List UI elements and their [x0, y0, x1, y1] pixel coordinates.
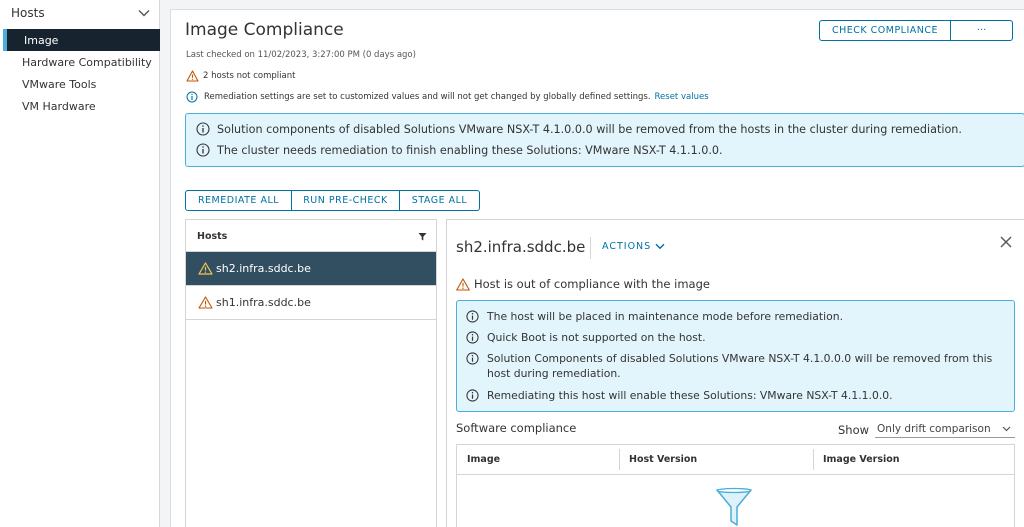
noncompliant-status: 2 hosts not compliant — [186, 70, 295, 82]
info-icon — [196, 143, 210, 157]
show-filter: Show Only drift comparison — [838, 421, 1016, 438]
warning-icon — [186, 70, 199, 82]
chevron-down-icon — [1002, 426, 1011, 432]
show-select-value: Only drift comparison — [877, 423, 991, 435]
hosts-header-label: Hosts — [197, 231, 228, 242]
info-message-text: Remediating this host will enable these … — [487, 389, 893, 402]
more-options-button[interactable]: ··· — [950, 20, 1013, 41]
stage-all-button[interactable]: STAGE ALL — [400, 190, 480, 211]
chevron-down-icon — [655, 243, 665, 250]
host-detail-title: sh2.infra.sddc.be — [456, 238, 586, 256]
info-message-text: Quick Boot is not supported on the host. — [487, 331, 706, 344]
remediate-all-button[interactable]: REMEDIATE ALL — [185, 190, 292, 211]
column-header-host-version[interactable]: Host Version — [629, 454, 697, 465]
image-compliance-card: Image Compliance CHECK COMPLIANCE ··· La… — [170, 9, 1024, 527]
run-precheck-button[interactable]: RUN PRE-CHECK — [292, 190, 400, 211]
sidebar-item-label: VMware Tools — [22, 77, 97, 91]
info-icon — [186, 91, 198, 103]
sidebar-hosts-header[interactable]: Hosts — [0, 0, 160, 26]
filter-funnel-icon — [715, 487, 753, 527]
info-icon — [196, 122, 210, 136]
column-header-image[interactable]: Image — [467, 454, 500, 465]
title-divider — [590, 237, 591, 259]
reset-values-link[interactable]: Reset values — [655, 92, 709, 102]
info-message: Quick Boot is not supported on the host. — [466, 330, 997, 345]
host-info-alert: The host will be placed in maintenance m… — [456, 300, 1015, 412]
sidebar: Hosts Image Hardware Compatibility VMwar… — [0, 0, 160, 527]
remediation-settings-note: Remediation settings are set to customiz… — [186, 91, 709, 103]
software-compliance-title: Software compliance — [456, 421, 577, 435]
column-separator — [813, 449, 814, 470]
info-icon — [466, 352, 479, 365]
info-icon — [466, 310, 479, 323]
check-compliance-button[interactable]: CHECK COMPLIANCE — [819, 20, 951, 41]
warning-icon — [198, 296, 213, 309]
host-row[interactable]: sh2.infra.sddc.be — [186, 252, 436, 286]
host-detail-panel: sh2.infra.sddc.be ACTIONS Host is out of… — [446, 219, 1024, 527]
sidebar-item-vmware-tools[interactable]: VMware Tools — [0, 73, 160, 95]
cluster-actions-group: REMEDIATE ALL RUN PRE-CHECK STAGE ALL — [185, 190, 480, 211]
info-message-text: The cluster needs remediation to finish … — [217, 143, 723, 157]
info-message-text: Solution Components of disabled Solution… — [487, 352, 993, 380]
filter-icon[interactable] — [418, 232, 427, 241]
chevron-down-icon[interactable] — [138, 9, 150, 17]
show-select[interactable]: Only drift comparison — [875, 421, 1016, 438]
host-name: sh1.infra.sddc.be — [216, 296, 311, 309]
sidebar-header-label: Hosts — [11, 6, 45, 20]
actions-dropdown[interactable]: ACTIONS — [602, 241, 665, 252]
info-icon — [466, 389, 479, 402]
software-compliance-table: Image Host Version Image Version — [456, 444, 1015, 527]
close-icon[interactable] — [999, 235, 1013, 249]
remediation-note-text: Remediation settings are set to customiz… — [204, 92, 651, 102]
page-title: Image Compliance — [185, 20, 344, 40]
hosts-column-header: Hosts — [186, 220, 436, 252]
host-name: sh2.infra.sddc.be — [216, 262, 311, 275]
last-checked-text: Last checked on 11/02/2023, 3:27:00 PM (… — [186, 50, 416, 60]
show-label: Show — [838, 422, 870, 437]
info-message-text: Solution components of disabled Solution… — [217, 122, 962, 136]
sidebar-item-label: VM Hardware — [22, 99, 96, 113]
cluster-info-alert: Solution components of disabled Solution… — [185, 113, 1024, 167]
host-compliance-warning: Host is out of compliance with the image — [456, 277, 710, 291]
noncompliant-text: 2 hosts not compliant — [203, 71, 296, 81]
sidebar-item-label: Image — [24, 33, 59, 47]
sidebar-item-label: Hardware Compatibility — [22, 55, 152, 69]
actions-label: ACTIONS — [602, 241, 652, 252]
column-header-image-version[interactable]: Image Version — [823, 454, 900, 465]
info-message: The cluster needs remediation to finish … — [196, 143, 723, 157]
host-row[interactable]: sh1.infra.sddc.be — [186, 286, 436, 320]
info-message: Remediating this host will enable these … — [466, 388, 997, 403]
info-message: Solution Components of disabled Solution… — [466, 351, 997, 381]
sidebar-item-vm-hardware[interactable]: VM Hardware — [0, 95, 160, 117]
column-separator — [619, 449, 620, 470]
info-message: Solution components of disabled Solution… — [196, 122, 962, 136]
info-message: The host will be placed in maintenance m… — [466, 309, 997, 324]
warning-icon — [456, 277, 470, 291]
table-header: Image Host Version Image Version — [457, 445, 1014, 475]
info-icon — [466, 331, 479, 344]
host-warning-text: Host is out of compliance with the image — [474, 277, 710, 291]
sidebar-item-hardware-compatibility[interactable]: Hardware Compatibility — [0, 51, 160, 73]
hosts-list: Hosts sh2.infra.sddc.be sh1.infra.sddc.b… — [185, 219, 437, 527]
warning-icon — [198, 262, 213, 275]
info-message-text: The host will be placed in maintenance m… — [487, 310, 844, 323]
sidebar-item-image[interactable]: Image — [3, 29, 160, 51]
